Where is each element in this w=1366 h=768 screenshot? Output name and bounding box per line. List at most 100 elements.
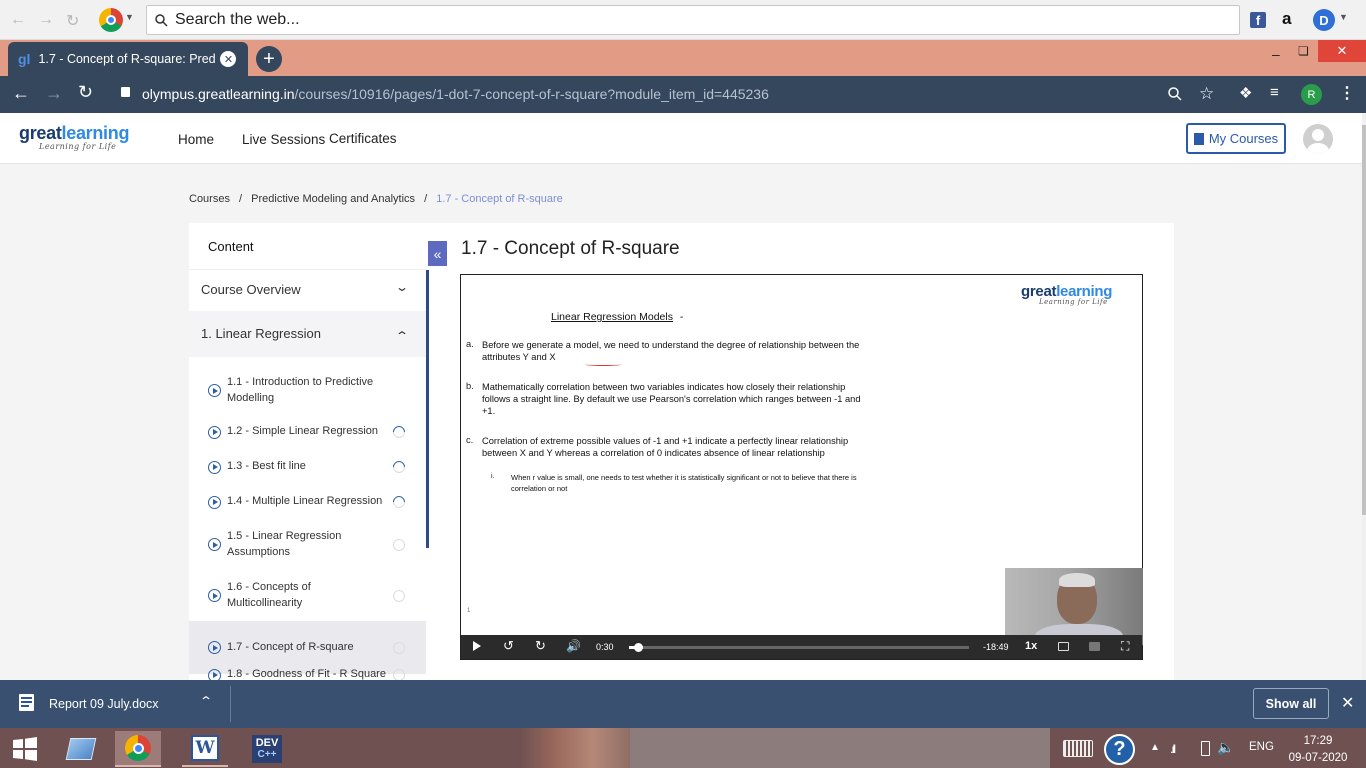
sidebar-lesson-item[interactable]: 1.8 - Goodness of Fit - R Square [189,665,426,680]
playback-speed[interactable]: 1x [1025,640,1037,652]
tab-active[interactable]: gl 1.7 - Concept of R-square: Predic ✕ [8,42,248,76]
minimize-icon[interactable]: – [1272,46,1280,62]
reload-icon[interactable]: ↻ [66,11,79,31]
close-window-icon[interactable]: ✕ [1318,40,1366,62]
rewind-icon[interactable]: ↺ [503,638,514,654]
close-tab-icon[interactable]: ✕ [220,51,237,67]
d-extension-icon[interactable]: D [1313,9,1335,31]
close-download-bar-icon[interactable]: ✕ [1341,693,1354,713]
dev-cpp-taskbar-icon[interactable]: DEV C++ [244,731,290,767]
breadcrumb-courses[interactable]: Courses [189,193,230,205]
sidebar-lesson-item[interactable]: 1.1 - Introduction to Predictive Modelli… [189,373,426,408]
touch-keyboard-icon[interactable] [1063,740,1093,757]
play-circle-icon [208,641,221,654]
video-controls: ↺ ↻ 🔊 0:30 -18:49 1x ⛶ [461,635,1142,659]
battery-icon[interactable] [1201,741,1210,756]
profile-avatar[interactable]: R [1301,84,1322,105]
page-scrollbar-thumb[interactable] [1362,125,1366,515]
sidebar-lesson-label: 1.3 - Best fit line [227,460,306,473]
restore-icon[interactable]: ❏ [1298,44,1309,58]
chrome-taskbar-icon[interactable] [115,731,161,767]
url-host: olympus.greatlearning.in [142,86,295,102]
nav-live-sessions[interactable]: Live Sessions [242,132,325,147]
slide-point-marker: c. [466,435,474,445]
sidebar-lesson-item[interactable]: 1.2 - Simple Linear Regression [189,422,426,442]
media-control-icon[interactable]: ≡ [1270,84,1279,101]
sidebar-course-overview[interactable]: Course Overview ⌄ [189,269,426,309]
browser-menu-icon[interactable]: ⋮ [1339,83,1355,103]
sidebar-lesson-item[interactable]: 1.4 - Multiple Linear Regression [189,492,426,512]
collapse-sidebar-button[interactable]: « [428,241,447,266]
site-logo[interactable]: greatlearning Learning for Life [19,123,129,151]
presenter-webcam [1005,568,1143,645]
user-avatar[interactable] [1303,124,1333,154]
book-icon [1193,132,1204,145]
file-explorer-icon[interactable] [58,731,104,767]
slide-point-a: Before we generate a model, we need to u… [482,340,860,362]
hidden-icons-chevron-icon[interactable]: ▲ [1150,742,1160,753]
sidebar-lesson-item[interactable]: 1.6 - Concepts of Multicollinearity [189,578,426,613]
sidebar-overview-label: Course Overview [201,282,301,297]
new-tab-icon[interactable]: + [256,46,282,72]
breadcrumb-separator: / [424,193,428,205]
bookmark-star-icon[interactable]: ☆ [1199,84,1214,104]
slide-page-number: 1 [467,608,471,614]
avatar-body [1307,143,1329,154]
sidebar-lesson-item[interactable]: 1.3 - Best fit line [189,457,426,477]
breadcrumb-course[interactable]: Predictive Modeling and Analytics [251,193,415,205]
facebook-icon[interactable]: f [1250,12,1266,28]
progress-handle[interactable] [634,643,644,652]
chrome-logo-icon[interactable] [99,8,123,32]
slide-point-marker: b. [466,381,474,391]
windows-start-icon[interactable] [2,731,48,767]
help-question-icon[interactable]: ? [1104,734,1135,765]
sidebar-module-linear-regression[interactable]: 1. Linear Regression ⌃ [189,311,426,357]
reload-page-icon[interactable]: ↻ [78,82,93,103]
sidebar-lesson-item[interactable]: 1.5 - Linear Regression Assumptions [189,527,426,562]
forward-icon[interactable]: → [45,83,63,104]
forward-arrow-icon[interactable]: → [38,11,54,29]
input-language[interactable]: ENG [1249,741,1274,753]
show-all-button[interactable]: Show all [1253,688,1329,719]
extensions-puzzle-icon[interactable]: ❖ [1239,84,1252,102]
url-field[interactable]: olympus.greatlearning.in /courses/10916/… [142,86,769,102]
nav-certificates[interactable]: Certificates [329,131,397,146]
forward-skip-icon[interactable]: ↻ [535,638,546,654]
speaker-icon[interactable]: 🔈 [1217,739,1234,756]
slide-point-c: Correlation of extreme possible values o… [482,436,849,458]
back-icon[interactable]: ← [12,83,30,104]
nav-home[interactable]: Home [178,132,214,147]
my-courses-button[interactable]: My Courses [1186,123,1286,154]
zoom-icon[interactable] [1168,87,1182,101]
progress-ring-icon [390,493,408,511]
download-filename[interactable]: Report 09 July.docx [49,697,159,711]
system-clock[interactable]: 17:29 09-07-2020 [1283,733,1353,767]
sidebar-scrollbar[interactable] [426,270,429,548]
back-arrow-icon[interactable]: ← [10,11,26,29]
word-taskbar-icon[interactable]: W [182,731,228,767]
amazon-icon[interactable]: a [1282,9,1291,29]
play-circle-icon [208,668,221,680]
progress-ring-icon [390,423,408,441]
chevron-down-icon[interactable]: ▼ [125,12,134,22]
fullscreen-icon[interactable]: ⛶ [1121,639,1129,654]
progress-ring-icon [393,538,405,551]
extension-chevron-icon[interactable]: ▼ [1339,12,1348,22]
search-placeholder: Search the web... [175,11,300,28]
lock-icon[interactable] [121,87,130,97]
clock-date: 09-07-2020 [1288,752,1348,764]
progress-track[interactable] [629,643,969,652]
web-search-input[interactable]: Search the web... [146,5,1240,35]
sidebar-title: Content [208,239,254,254]
play-icon[interactable] [473,641,481,651]
volume-icon[interactable]: 🔊 [566,639,581,653]
network-signal-icon[interactable]: .ıll [1170,742,1176,756]
play-circle-icon [208,589,221,602]
avatar-head [1312,129,1324,141]
browser-toolbar: ← → ↻ ▼ Search the web... f a D ▼ [0,0,1366,40]
address-bar: ← → ↻ olympus.greatlearning.in /courses/… [0,76,1366,113]
chevron-up-icon: ⌃ [394,329,410,343]
hd-icon[interactable] [1089,642,1100,651]
download-chevron-icon[interactable]: ⌃ [199,694,213,708]
captions-icon[interactable] [1058,642,1069,651]
